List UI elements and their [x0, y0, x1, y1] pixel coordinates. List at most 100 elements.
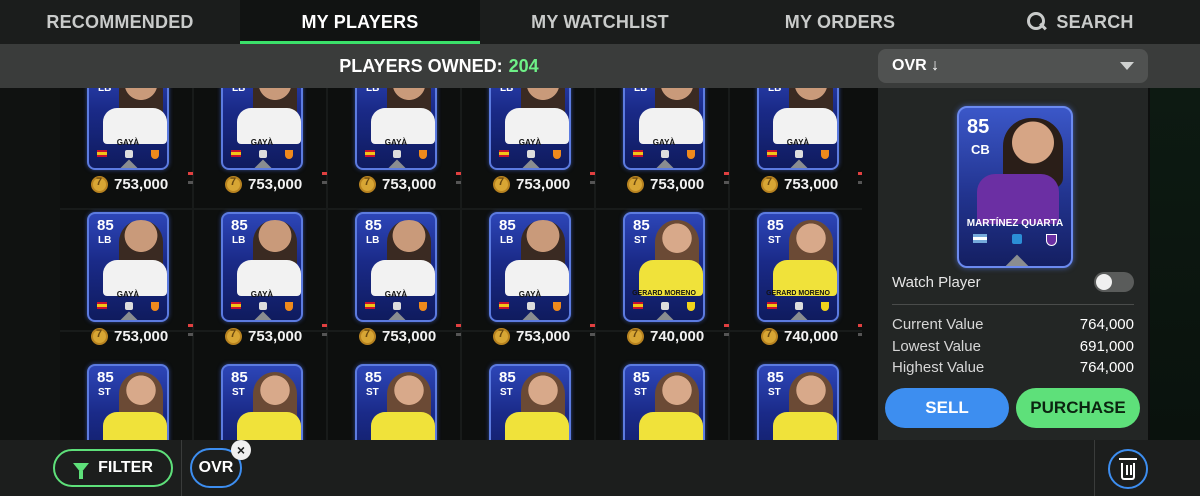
price-value: 753,000 — [248, 328, 303, 345]
player-item[interactable]: 85LBGAYÀ 753,000 — [60, 88, 194, 208]
player-item[interactable]: 85 ST — [596, 364, 730, 440]
player-item[interactable]: 85ST GERARD MORENO 740,000 — [596, 212, 730, 360]
player-item[interactable]: 85LBGAYÀ753,000 — [60, 212, 194, 360]
player-card[interactable]: 85 ST — [355, 364, 437, 440]
player-card[interactable]: 85LBGAYÀ — [489, 88, 571, 170]
filter-button[interactable]: FILTER — [53, 449, 173, 487]
player-item[interactable]: 85LBGAYÀ 753,000 — [596, 88, 730, 208]
player-card[interactable]: 85 ST — [221, 364, 303, 440]
player-card[interactable]: 85LBGAYÀ — [355, 212, 437, 322]
player-card[interactable]: 85LBGAYÀ — [355, 88, 437, 170]
player-item[interactable]: 85 ST — [194, 364, 328, 440]
player-position: LB — [366, 235, 380, 246]
sell-button[interactable]: SELL — [885, 388, 1009, 428]
player-card[interactable]: 85LBGAYÀ — [87, 212, 169, 322]
player-badges — [499, 302, 561, 311]
player-position: LB — [366, 88, 380, 94]
player-item[interactable]: 85 ST — [462, 364, 596, 440]
player-item[interactable]: 85ST GERARD MORENO 740,000 — [730, 212, 862, 360]
nation-flag-icon — [231, 150, 241, 157]
player-position: LB — [232, 235, 246, 246]
player-card[interactable]: 85LBGAYÀ — [87, 88, 169, 170]
player-badges — [365, 150, 427, 159]
player-rating: 85 — [365, 217, 382, 234]
player-item[interactable]: 85LBGAYÀ 753,000 — [328, 212, 462, 360]
player-card[interactable]: 85LBGAYÀ — [489, 212, 571, 322]
players-owned-bar: PLAYERS OWNED: 204 OVR ↓ — [0, 44, 1200, 88]
player-card[interactable]: 85 ST — [489, 364, 571, 440]
player-rating: 85 — [767, 217, 784, 234]
player-price: 753,000 — [91, 176, 168, 193]
player-position: ST — [634, 235, 647, 246]
value-amount: 764,000 — [1079, 316, 1134, 333]
coin-icon — [627, 328, 644, 345]
watch-player-label: Watch Player — [892, 274, 981, 291]
remove-filter-close-icon[interactable]: × — [231, 440, 251, 460]
club-crest-icon — [553, 150, 561, 159]
player-item[interactable]: 85LBGAYÀ753,000 — [462, 212, 596, 360]
player-card[interactable]: 85LBGAYÀ — [757, 88, 839, 170]
player-rating: 85 — [231, 217, 248, 234]
tab-recommended[interactable]: RECOMMENDED — [0, 0, 240, 44]
player-item[interactable]: 85LBGAYÀ753,000 — [328, 88, 462, 208]
selected-player-card[interactable]: 85 CB MARTÍNEZ QUARTA — [957, 106, 1073, 268]
league-badge-icon — [795, 302, 803, 310]
player-name: GAYÀ — [518, 138, 542, 147]
player-card[interactable]: 85LBGAYÀ — [221, 212, 303, 322]
player-badges — [231, 302, 293, 311]
nation-flag-icon — [231, 302, 241, 309]
tab-my-players[interactable]: MY PLAYERS — [240, 0, 480, 44]
price-trend-icon — [858, 181, 862, 184]
league-badge-icon — [527, 302, 535, 310]
highest-value-row: Highest Value 764,000 — [892, 359, 1134, 376]
player-rating: 85 — [499, 217, 516, 234]
player-item[interactable]: 85LBGAYÀ753,000 — [462, 88, 596, 208]
player-card[interactable]: 85 ST — [757, 364, 839, 440]
player-card[interactable]: 85 ST — [623, 364, 705, 440]
price-value: 753,000 — [784, 176, 839, 193]
player-item[interactable]: 85 ST — [60, 364, 194, 440]
player-name: GAYÀ — [384, 138, 408, 147]
current-value-row: Current Value 764,000 — [892, 316, 1134, 333]
player-card[interactable]: 85 ST GERARD MORENO — [623, 212, 705, 322]
sort-dropdown[interactable]: OVR ↓ — [878, 49, 1148, 83]
player-item[interactable]: 85LBGAYÀ753,000 — [194, 88, 328, 208]
player-position: LB — [500, 235, 514, 246]
delete-button[interactable] — [1108, 449, 1148, 489]
player-item[interactable]: 85 ST — [730, 364, 862, 440]
price-value: 753,000 — [382, 328, 437, 345]
price-trend-icon — [724, 172, 729, 175]
player-kit — [977, 174, 1059, 224]
player-badges — [499, 150, 561, 159]
player-badges — [767, 150, 829, 159]
player-position: ST — [768, 235, 781, 246]
player-card[interactable]: 85 ST — [87, 364, 169, 440]
player-price: 753,000 — [627, 176, 704, 193]
player-card[interactable]: 85LBGAYÀ — [623, 88, 705, 170]
player-card[interactable]: 85LBGAYÀ — [221, 88, 303, 170]
player-item[interactable]: 85LBGAYÀ 753,000 — [730, 88, 862, 208]
right-background — [1150, 88, 1200, 440]
league-badge-icon — [393, 302, 401, 310]
nation-flag-icon — [97, 150, 107, 157]
divider — [181, 440, 182, 496]
tab-my-watchlist[interactable]: MY WATCHLIST — [480, 0, 720, 44]
club-crest-icon — [687, 150, 695, 159]
tab-my-orders[interactable]: MY ORDERS — [720, 0, 960, 44]
club-crest-icon — [285, 150, 293, 159]
player-item[interactable]: 85 ST — [328, 364, 462, 440]
top-navigation: RECOMMENDED MY PLAYERS MY WATCHLIST MY O… — [0, 0, 1200, 44]
player-card[interactable]: 85 ST GERARD MORENO — [757, 212, 839, 322]
player-rating: 85 — [97, 369, 114, 386]
club-crest-icon — [821, 302, 829, 311]
player-item[interactable]: 85LBGAYÀ 753,000 — [194, 212, 328, 360]
tab-search[interactable]: SEARCH — [960, 0, 1200, 44]
coin-icon — [225, 176, 242, 193]
watch-player-toggle[interactable] — [1094, 272, 1134, 292]
player-kit — [237, 412, 301, 440]
sort-selected-value: OVR ↓ — [892, 57, 940, 74]
player-badges — [97, 150, 159, 159]
player-position: LB — [98, 88, 112, 94]
purchase-button[interactable]: PURCHASE — [1016, 388, 1140, 428]
league-badge-icon — [259, 150, 267, 158]
